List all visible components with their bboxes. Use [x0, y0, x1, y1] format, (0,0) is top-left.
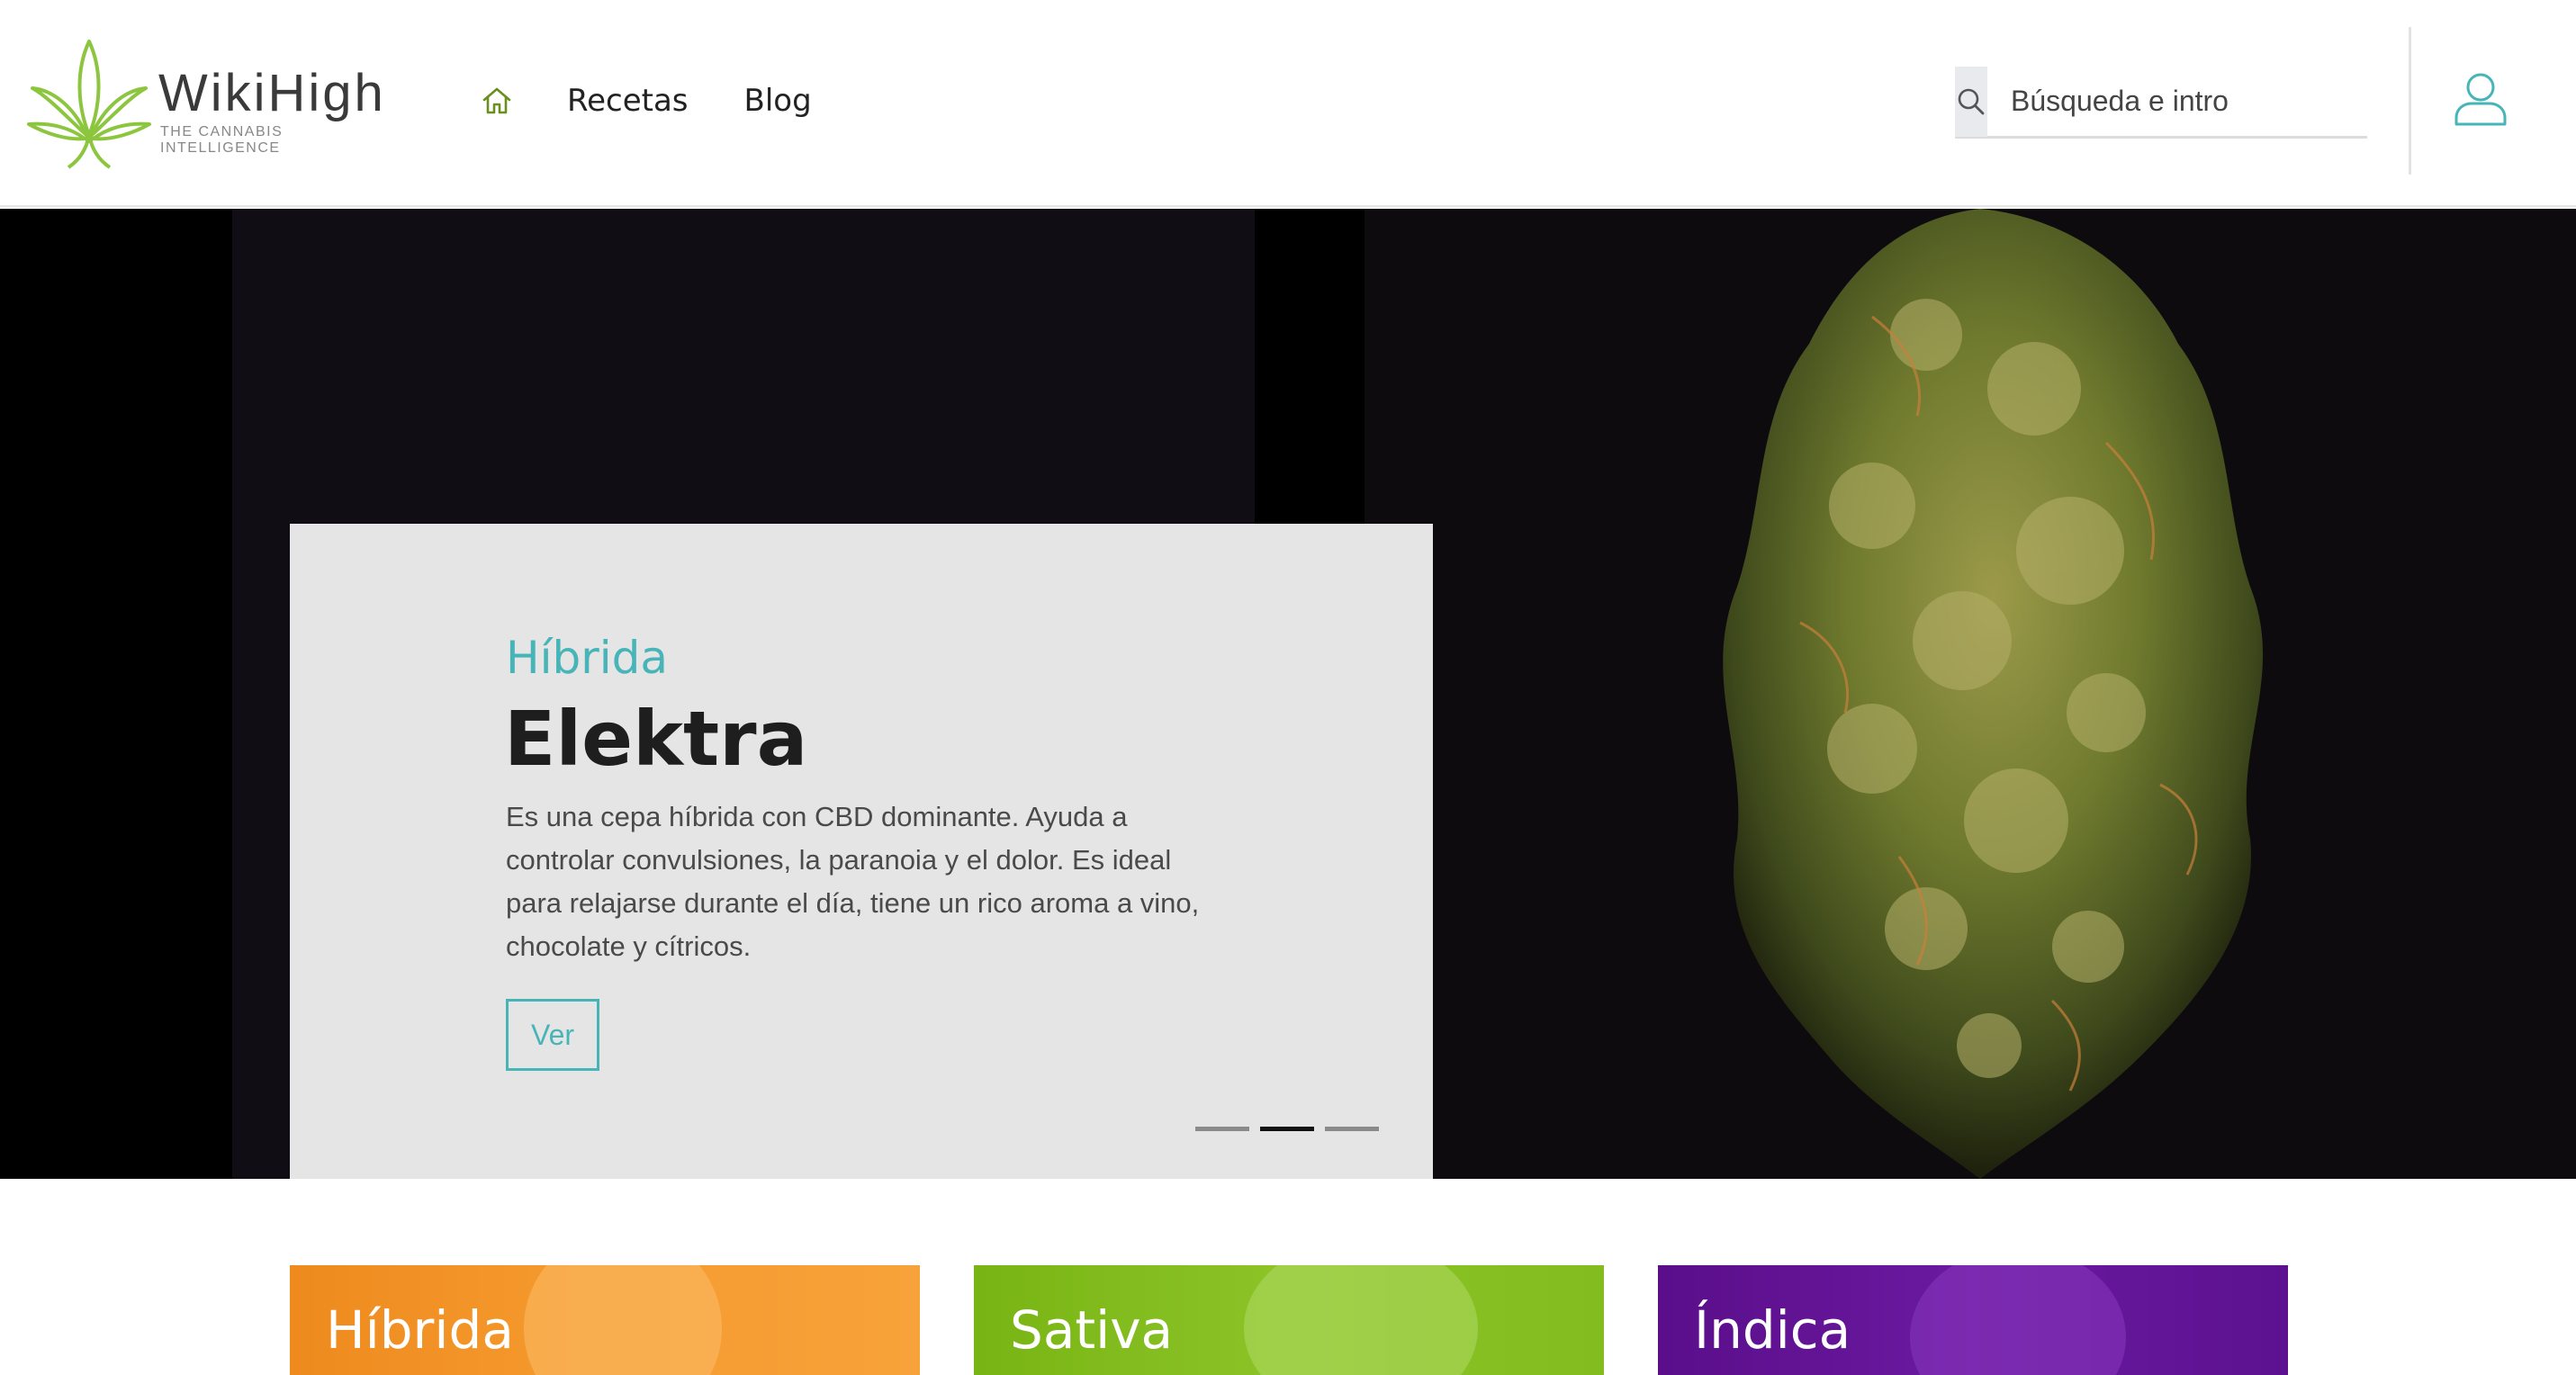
carousel-dot-3[interactable]	[1325, 1127, 1379, 1131]
header-divider	[2409, 27, 2411, 175]
category-tile-hibrida[interactable]: Híbrida	[290, 1265, 920, 1375]
main-nav: Recetas Blog	[479, 77, 868, 124]
category-label: Híbrida	[326, 1299, 514, 1361]
search-icon[interactable]	[1955, 66, 1987, 137]
search-input[interactable]	[1987, 66, 2389, 137]
category-label: Índica	[1694, 1299, 1851, 1361]
cannabis-leaf-icon	[27, 40, 151, 169]
carousel-dot-1[interactable]	[1195, 1127, 1249, 1131]
carousel-dot-2[interactable]	[1260, 1127, 1314, 1131]
user-icon[interactable]	[2445, 63, 2517, 135]
hero-category: Híbrida	[506, 632, 669, 684]
search-bar	[1955, 66, 2389, 139]
home-icon[interactable]	[479, 83, 515, 119]
tile-decoration	[1244, 1265, 1478, 1375]
tile-decoration	[1910, 1265, 2126, 1375]
brand-tagline: THE CANNABIS INTELLIGENCE	[160, 124, 284, 156]
hero-carousel: Híbrida Elektra Es una cepa híbrida con …	[0, 209, 2576, 1179]
site-header: WikiHigh THE CANNABIS INTELLIGENCE Recet…	[0, 0, 2576, 207]
nav-link-blog[interactable]: Blog	[744, 83, 812, 119]
category-tile-indica[interactable]: Índica	[1658, 1265, 2288, 1375]
hero-description: Es una cepa híbrida con CBD dominante. A…	[506, 801, 1200, 962]
nav-link-recetas[interactable]: Recetas	[567, 83, 689, 119]
view-button[interactable]: Ver	[506, 999, 599, 1071]
carousel-indicators	[1195, 1127, 1390, 1131]
hero-card: Híbrida Elektra Es una cepa híbrida con …	[290, 524, 1433, 1179]
brand-logo[interactable]: WikiHigh THE CANNABIS INTELLIGENCE	[23, 34, 383, 171]
category-tile-sativa[interactable]: Sativa	[974, 1265, 1604, 1375]
brand-name: WikiHigh	[158, 64, 386, 122]
cannabis-bud-image	[1723, 209, 2264, 1179]
hero-title: Elektra	[504, 695, 808, 783]
hero-background	[0, 209, 232, 1179]
tile-decoration	[524, 1265, 722, 1375]
category-label: Sativa	[1010, 1299, 1174, 1361]
